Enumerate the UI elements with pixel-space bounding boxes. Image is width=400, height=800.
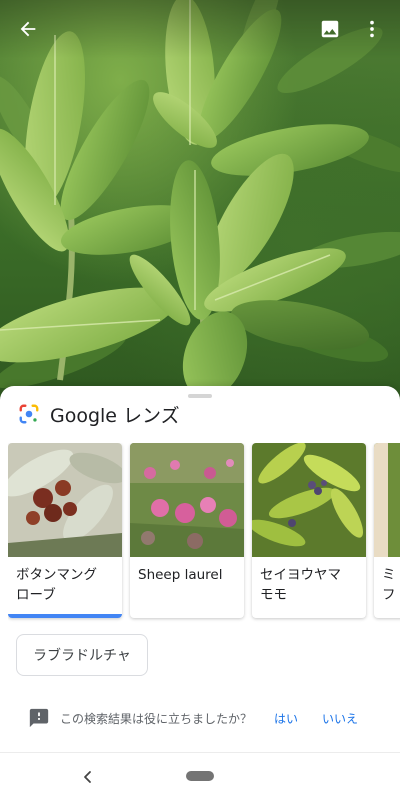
sheet-title: Google レンズ [50,404,180,427]
gallery-button[interactable] [310,9,350,49]
system-nav-bar [0,752,400,800]
feedback-row: この検索結果は役に立ちましたか？ はい いいえ [28,704,388,732]
plant-photo-image [0,0,400,399]
sheet-header: Google レンズ [18,402,180,427]
lens-screen: Google レンズ ボタンマング ローブ Sheep laurel セイヨウヤ… [0,0,400,800]
query-photo[interactable] [0,0,400,400]
home-pill-icon[interactable] [186,771,214,781]
result-card[interactable]: セイヨウヤマ モモ [252,443,366,618]
feedback-yes-button[interactable]: はい [274,710,298,727]
result-label: ボタンマング ローブ [16,567,97,603]
results-carousel[interactable]: ボタンマング ローブ Sheep laurel セイヨウヤマ モモ ミ フ [8,443,400,623]
nav-back-button[interactable] [78,767,98,787]
more-options-button[interactable] [352,9,392,49]
arrow-back-icon [20,21,36,37]
result-card[interactable]: ボタンマング ローブ [8,443,122,618]
result-thumbnail [130,443,244,557]
feedback-icon [29,708,49,728]
result-card[interactable]: ミ フ [374,443,400,618]
feedback-question: この検索結果は役に立ちましたか？ [60,711,253,726]
results-sheet: Google レンズ ボタンマング ローブ Sheep laurel セイヨウヤ… [0,386,400,752]
result-thumbnail [8,443,122,557]
sheet-drag-handle[interactable] [188,394,212,398]
result-card[interactable]: Sheep laurel [130,443,244,618]
suggestion-chip[interactable]: ラブラドルチャ [16,634,148,676]
result-label: ミ フ [382,567,396,603]
result-thumbnail [252,443,366,557]
image-icon [321,20,339,38]
result-thumbnail [374,443,400,557]
result-label: Sheep laurel [138,567,223,583]
google-lens-logo-icon [19,404,39,424]
feedback-no-button[interactable]: いいえ [322,710,358,727]
nav-back-icon [84,771,91,783]
more-vert-icon [370,20,374,38]
back-button[interactable] [8,9,48,49]
result-label: セイヨウヤマ モモ [260,567,341,603]
